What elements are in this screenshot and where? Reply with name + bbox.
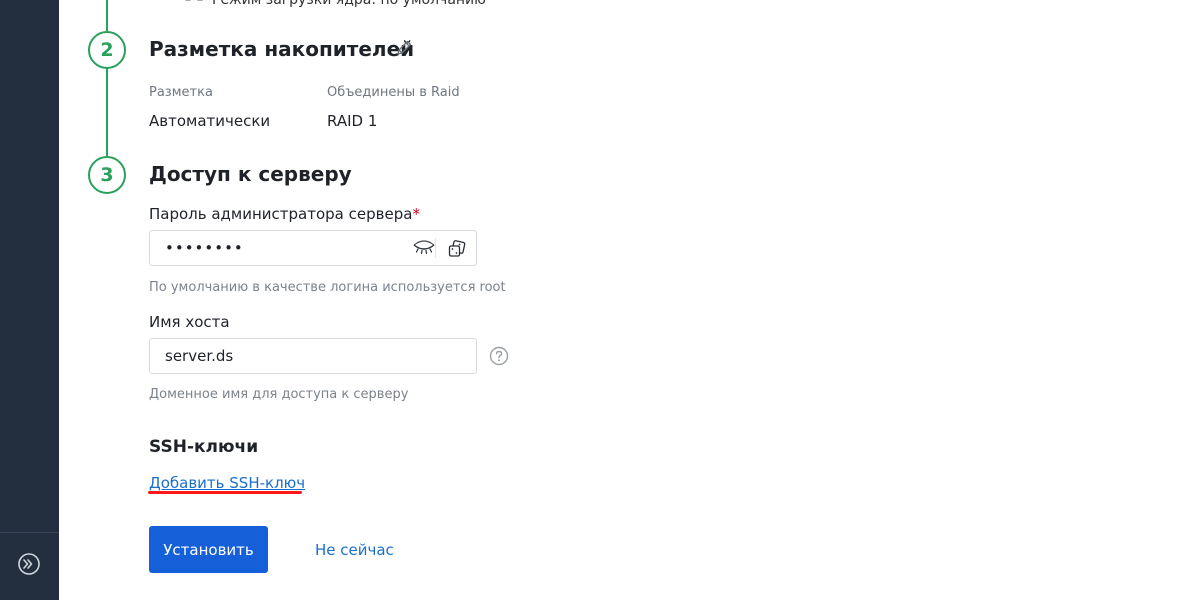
password-label: Пароль администратора сервера*: [149, 205, 420, 223]
step-number-3: 3: [88, 156, 126, 194]
input-separator: [435, 238, 436, 258]
sidebar-expand-icon[interactable]: [17, 552, 41, 576]
password-input[interactable]: [165, 231, 405, 265]
not-now-link[interactable]: Не сейчас: [315, 541, 394, 559]
raid-value: RAID 1: [327, 112, 378, 130]
storage-section-title: Разметка накопителей: [149, 37, 415, 61]
required-mark: *: [412, 205, 420, 223]
add-ssh-key-link[interactable]: Добавить SSH-ключ: [149, 474, 305, 492]
dice-icon[interactable]: [447, 239, 467, 259]
step-connector: [106, 0, 108, 31]
question-circle-icon[interactable]: [489, 346, 509, 366]
eye-closed-icon[interactable]: [412, 239, 436, 257]
hostname-label: Имя хоста: [149, 313, 230, 331]
password-help: По умолчанию в качестве логина используе…: [149, 280, 506, 295]
password-field[interactable]: [149, 230, 477, 266]
boot-mode-row: Режим загрузки ядра: по умолчанию: [184, 0, 486, 10]
pencil-icon[interactable]: [395, 39, 413, 57]
hostname-input[interactable]: [165, 339, 465, 373]
hostname-help: Доменное имя для доступа к серверу: [149, 387, 409, 402]
password-label-text: Пароль администратора сервера: [149, 205, 413, 223]
step-connector: [106, 67, 108, 156]
boot-mode-text: Режим загрузки ядра: по умолчанию: [212, 0, 486, 8]
highlight-underline: [148, 491, 302, 494]
main-content: Режим загрузки ядра: по умолчанию 2 Разм…: [59, 0, 1200, 600]
install-button[interactable]: Установить: [149, 526, 268, 573]
layout-caption: Разметка: [149, 85, 213, 100]
access-section-title: Доступ к серверу: [149, 162, 352, 186]
layout-value: Автоматически: [149, 112, 271, 130]
sidebar: [0, 0, 59, 600]
sidebar-divider: [0, 532, 59, 533]
spinner-icon: [185, 0, 203, 1]
raid-caption: Объединены в Raid: [327, 85, 460, 100]
step-number-2: 2: [88, 31, 126, 69]
hostname-field[interactable]: [149, 338, 477, 374]
ssh-section-title: SSH-ключи: [149, 437, 259, 457]
